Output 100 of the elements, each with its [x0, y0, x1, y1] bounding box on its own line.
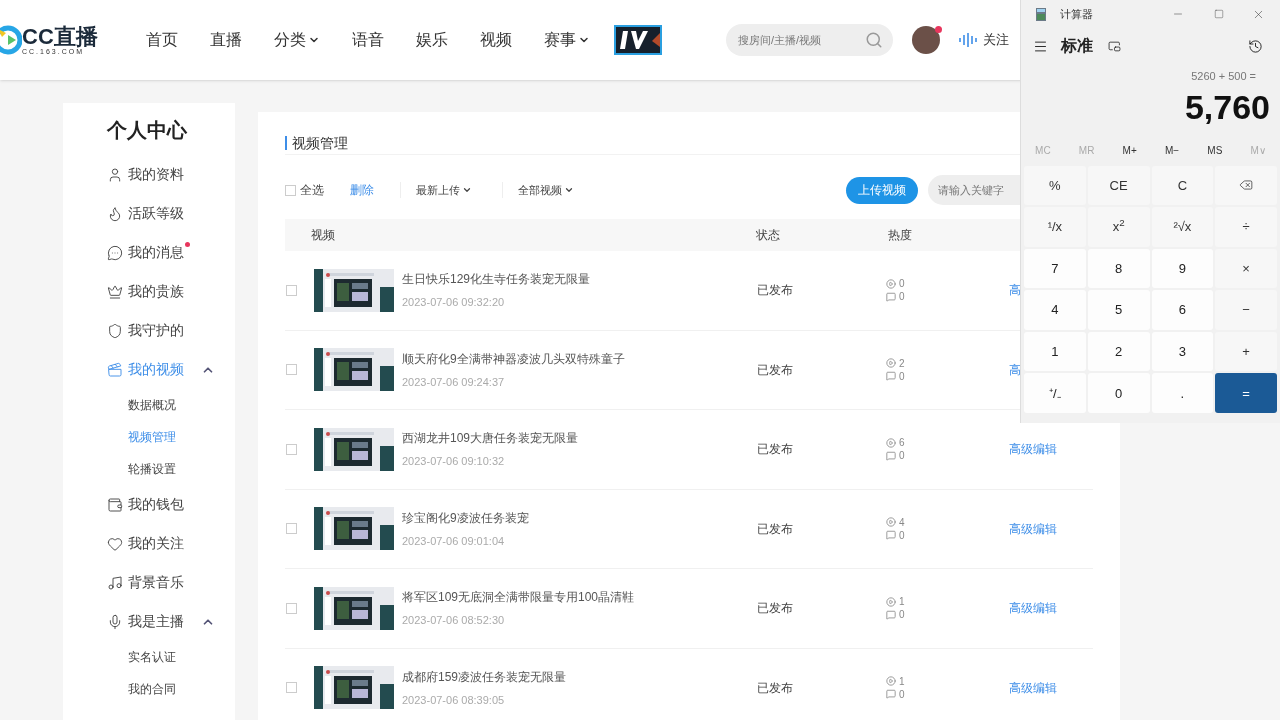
play-icon [886, 676, 896, 687]
video-title[interactable]: 珍宝阁化9凌波任务装宠 [402, 508, 757, 527]
checkbox[interactable] [285, 184, 296, 196]
sidebar-item[interactable]: 我的资料 [107, 155, 190, 194]
calculator-key[interactable]: . [1151, 373, 1214, 414]
calculator-key[interactable]: CE [1087, 165, 1150, 206]
advanced-edit-link[interactable]: 高 [1009, 360, 1021, 379]
checkbox[interactable] [286, 443, 297, 455]
comment-icon [886, 689, 896, 700]
status-text: 已发布 [757, 361, 794, 379]
sidebar-item[interactable]: 我的消息 [107, 233, 190, 272]
sidebar-item[interactable]: 我守护的 [107, 311, 190, 350]
memory-button[interactable]: M− [1164, 143, 1180, 158]
column-header: 热度 [888, 227, 912, 244]
nav-link[interactable]: 赛事 [544, 28, 590, 52]
search-icon[interactable] [865, 31, 883, 49]
logo-icon[interactable] [614, 25, 662, 55]
filter-dropdown[interactable]: 全部视频 [502, 181, 574, 199]
calculator-key[interactable]: ÷ [1215, 207, 1277, 247]
calculator-key[interactable]: 6 [1151, 290, 1214, 330]
calculator-key[interactable]: 9 [1151, 248, 1214, 289]
select-all-checkbox[interactable]: 全选 [285, 181, 324, 199]
calculator-key[interactable]: ¹/x [1024, 207, 1086, 247]
calculator-key[interactable]: 8 [1087, 248, 1150, 289]
history-icon[interactable] [1248, 38, 1263, 54]
calculator-key[interactable]: % [1024, 165, 1086, 206]
calculator-key[interactable]: ⁺/₋ [1024, 373, 1086, 414]
nav-link[interactable]: 语音 [352, 28, 384, 52]
advanced-edit-link[interactable]: 高级编辑 [1009, 599, 1057, 618]
maximize-icon[interactable] [1214, 9, 1224, 19]
play-count: 1 [886, 595, 1009, 609]
advanced-edit-link[interactable]: 高级编辑 [1009, 678, 1057, 697]
comment-count: 0 [886, 449, 1009, 463]
column-header: 状态 [756, 227, 781, 244]
calculator-key[interactable]: 1 [1024, 331, 1086, 372]
calculator-key[interactable]: × [1215, 248, 1277, 289]
calculator-key[interactable]: − [1215, 290, 1277, 330]
calculator-key[interactable]: 5 [1087, 290, 1150, 330]
follow-link[interactable]: 关注 [958, 30, 1009, 50]
advanced-edit-link[interactable]: 高 [1009, 281, 1021, 300]
play-count: 6 [886, 436, 1009, 450]
play-icon [886, 437, 896, 448]
sidebar-item[interactable]: 活跃等级 [107, 194, 190, 233]
logo-text: CC直播 [22, 25, 98, 48]
delete-link[interactable]: 删除 [350, 181, 374, 199]
nav-link[interactable]: 首页 [146, 28, 178, 52]
comment-icon [886, 450, 896, 461]
calculator-key[interactable] [1215, 165, 1277, 206]
calculator-key[interactable]: C [1151, 165, 1214, 206]
sidebar-item[interactable]: 我的钱包 [107, 485, 190, 524]
calculator-key[interactable]: ²√x [1151, 207, 1214, 247]
video-title[interactable]: 西湖龙井109大唐任务装宠无限量 [402, 429, 757, 447]
sidebar-item[interactable]: 我的贵族 [107, 272, 190, 311]
sidebar-subitem[interactable]: 视频管理 [107, 421, 176, 453]
calculator-key[interactable]: 2 [1087, 331, 1150, 372]
sidebar-subitem[interactable]: 实名认证 [107, 641, 176, 673]
calculator-key[interactable]: 7 [1024, 248, 1086, 289]
music-note-icon [107, 574, 123, 591]
column-header: 视频 [311, 227, 336, 244]
sidebar-item[interactable]: 我是主播 [107, 602, 221, 641]
checkbox[interactable] [286, 284, 297, 296]
memory-button[interactable]: MS [1207, 143, 1223, 158]
search-field[interactable]: 搜房间/主播/视频 [726, 24, 893, 56]
checkbox[interactable] [286, 364, 297, 376]
keep-on-top-icon[interactable] [1108, 39, 1121, 53]
sidebar-subitem[interactable]: 数据概况 [107, 389, 176, 421]
calculator-key[interactable]: 4 [1024, 290, 1086, 330]
video-time: 2023-07-06 08:39:05 [402, 692, 506, 708]
calculator-key[interactable]: + [1215, 331, 1277, 372]
comment-count: 0 [886, 528, 1009, 542]
video-title[interactable]: 成都府159凌波任务装宠无限量 [402, 667, 757, 686]
checkbox[interactable] [286, 523, 297, 535]
keyword-search-field[interactable]: 请输入关键字 [928, 175, 1020, 205]
sidebar-item[interactable]: 背景音乐 [107, 563, 190, 602]
memory-button[interactable]: M+ [1122, 143, 1137, 158]
avatar[interactable] [912, 26, 940, 54]
sidebar-subitem[interactable]: 我的合同 [107, 673, 176, 705]
equals-key[interactable]: = [1215, 373, 1277, 414]
backspace-icon [1239, 178, 1254, 193]
video-title[interactable]: 顺天府化9全满带神器凌波几头双特殊童子 [402, 349, 757, 368]
calculator-key[interactable]: 3 [1151, 331, 1214, 372]
calculator-key[interactable]: x$^{2}$ [1087, 207, 1150, 247]
sidebar-subitem[interactable]: 轮播设置 [107, 453, 176, 485]
sidebar-item[interactable]: 我的关注 [107, 524, 190, 563]
checkbox[interactable] [286, 602, 297, 614]
menu-icon[interactable] [1033, 38, 1048, 54]
nav-link[interactable]: 娱乐 [416, 28, 448, 52]
sidebar-item[interactable]: 我的视频 [107, 350, 221, 389]
nav-link[interactable]: 分类 [274, 28, 320, 52]
filter-dropdown[interactable]: 最新上传 [400, 181, 472, 199]
nav-link[interactable]: 直播 [210, 28, 242, 52]
comment-icon [886, 530, 896, 541]
calculator-key[interactable]: 0 [1087, 373, 1150, 414]
video-title[interactable]: 将军区109无底洞全满带限量专用100晶清鞋 [402, 588, 757, 606]
nav-link[interactable]: 视频 [480, 28, 512, 52]
advanced-edit-link[interactable]: 高级编辑 [1009, 519, 1057, 538]
video-time: 2023-07-06 09:10:32 [402, 454, 506, 469]
video-title[interactable]: 生日快乐129化生寺任务装宠无限量 [402, 270, 757, 288]
advanced-edit-link[interactable]: 高级编辑 [1009, 440, 1057, 459]
checkbox[interactable] [286, 682, 297, 694]
